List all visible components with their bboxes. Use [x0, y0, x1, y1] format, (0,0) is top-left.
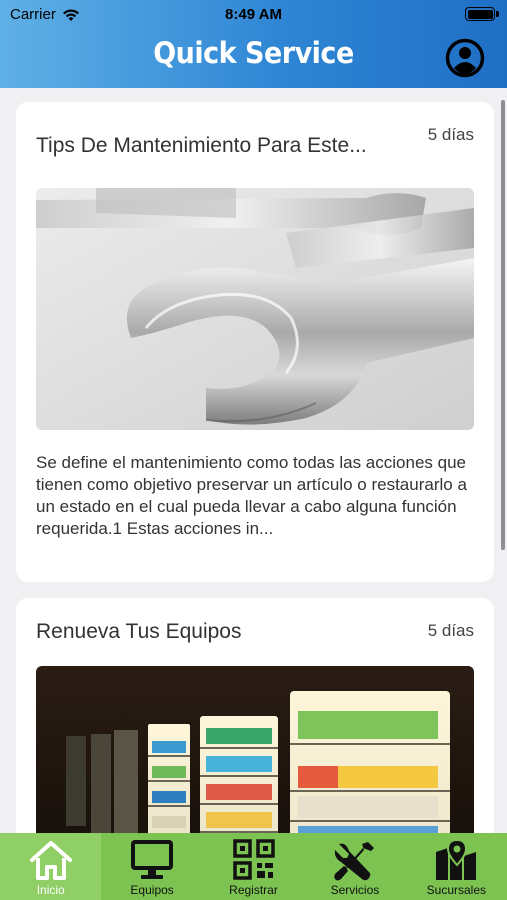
tools-icon	[334, 842, 374, 881]
scrollbar[interactable]	[501, 100, 505, 550]
tab-servicios[interactable]: Servicios	[304, 833, 405, 900]
monitor-icon	[131, 840, 174, 879]
battery-tip	[496, 11, 499, 17]
tab-equipos[interactable]: Equipos	[101, 833, 202, 900]
tab-bar: Inicio Equipos Registrar Servicios Sucur…	[0, 833, 507, 900]
clock: 8:49 AM	[225, 6, 282, 23]
tab-label: Equipos	[130, 883, 174, 897]
home-icon	[29, 841, 72, 880]
post-title: Tips De Mantenimiento Para Este...	[36, 134, 367, 157]
status-bar: Carrier 8:49 AM	[0, 0, 507, 30]
tab-label: Servicios	[330, 883, 380, 897]
app-header: Carrier 8:49 AM Quick Service	[0, 0, 507, 88]
post-date: 5 días	[427, 125, 474, 144]
user-circle-icon[interactable]	[445, 38, 485, 78]
tab-registrar[interactable]: Registrar	[203, 833, 304, 900]
post-excerpt: Se define el mantenimiento como todas la…	[36, 453, 467, 538]
qr-code-icon	[232, 839, 275, 880]
post-title: Renueva Tus Equipos	[36, 620, 242, 643]
map-icon	[436, 838, 477, 880]
tab-label: Registrar	[229, 883, 278, 897]
tab-sucursales[interactable]: Sucursales	[406, 833, 507, 900]
wrenches-photo	[36, 188, 474, 430]
page-title: Quick Service	[153, 36, 354, 71]
tab-inicio[interactable]: Inicio	[0, 833, 102, 900]
battery-icon	[465, 7, 495, 21]
post-date: 5 días	[427, 621, 474, 640]
tab-label: Inicio	[36, 883, 65, 897]
tab-label: Sucursales	[426, 883, 487, 897]
post-card[interactable]: Tips De Mantenimiento Para Este... 5 día…	[16, 102, 494, 582]
